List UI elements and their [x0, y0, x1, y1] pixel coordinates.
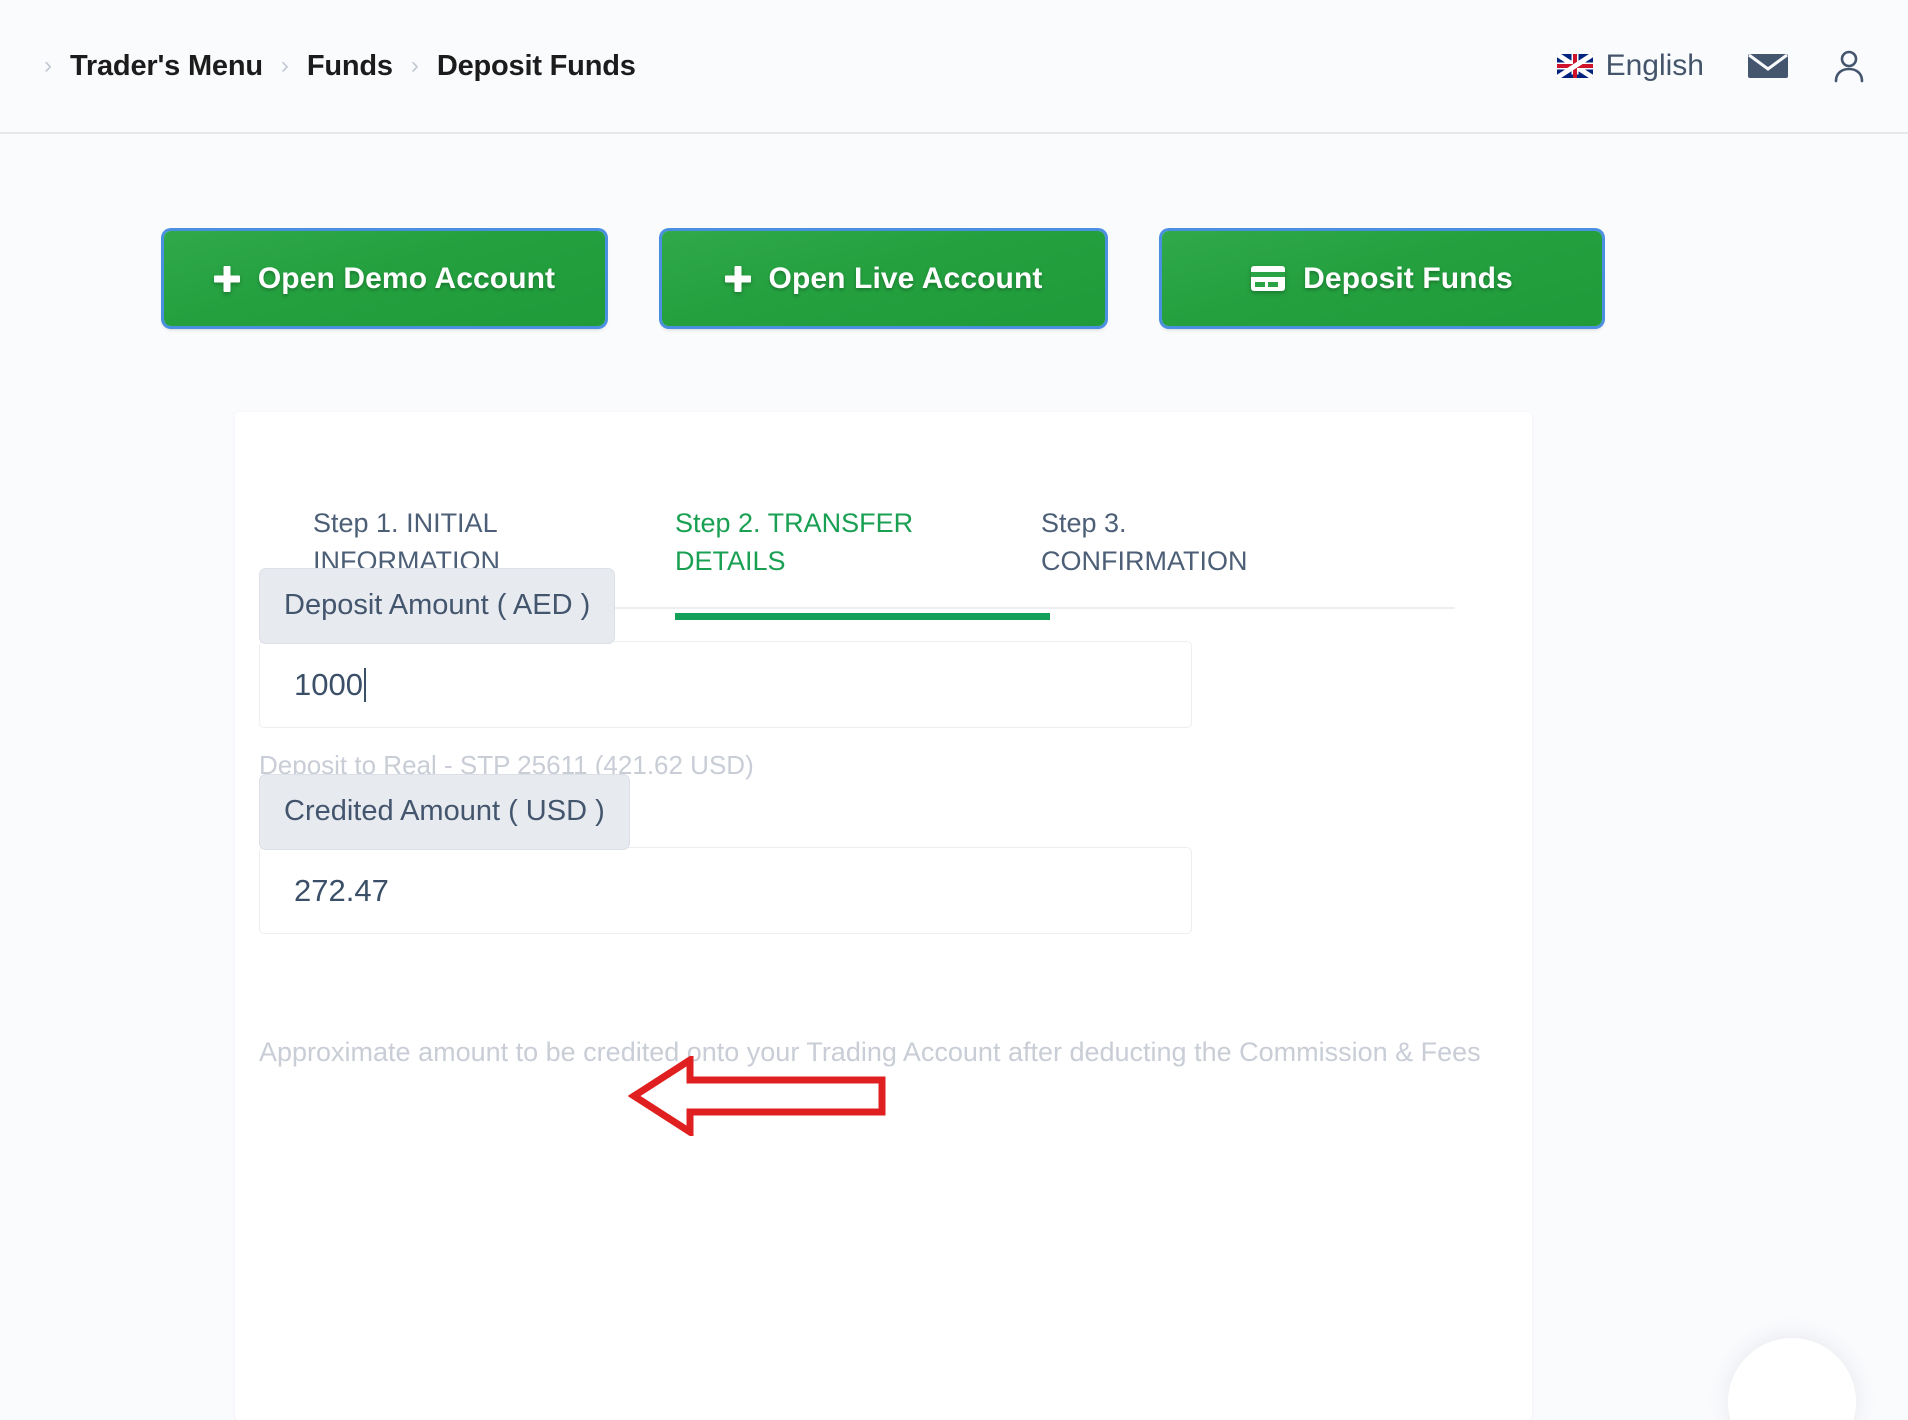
- step-3-line-1: Step 3.: [1041, 504, 1371, 542]
- open-demo-account-label: Open Demo Account: [258, 262, 555, 296]
- breadcrumb-item-deposit-funds[interactable]: Deposit Funds: [437, 50, 636, 83]
- language-selector[interactable]: English: [1557, 49, 1704, 83]
- deposit-wizard-card: Step 1. INITIAL INFORMATION Step 2. TRAN…: [235, 412, 1532, 1420]
- quick-action-buttons: Open Demo Account Open Live Account Depo…: [0, 231, 1908, 326]
- credited-amount-input[interactable]: 272.47: [259, 847, 1192, 934]
- open-live-account-button[interactable]: Open Live Account: [662, 231, 1105, 326]
- header-actions: English: [1557, 49, 1866, 83]
- deposit-amount-label: Deposit Amount ( AED ): [259, 568, 615, 644]
- language-label: English: [1606, 49, 1704, 83]
- top-header: › Trader's Menu › Funds › Deposit Funds …: [0, 0, 1908, 134]
- credit-card-icon: [1251, 266, 1285, 291]
- deposit-amount-input[interactable]: 1000: [259, 641, 1192, 728]
- open-demo-account-button[interactable]: Open Demo Account: [164, 231, 605, 326]
- deposit-funds-button[interactable]: Deposit Funds: [1162, 231, 1602, 326]
- breadcrumb-separator-icon: ›: [263, 54, 307, 78]
- credited-amount-footnote: Approximate amount to be credited onto y…: [259, 1037, 1481, 1068]
- breadcrumb-item-funds[interactable]: Funds: [307, 50, 393, 83]
- user-account-icon[interactable]: [1832, 49, 1866, 83]
- plus-icon: [214, 266, 240, 292]
- uk-flag-icon: [1557, 54, 1593, 78]
- chat-widget-bubble[interactable]: [1728, 1338, 1856, 1420]
- deposit-amount-field: Deposit Amount ( AED ) 1000: [259, 568, 1192, 728]
- step-1-line-1: Step 1. INITIAL: [313, 504, 675, 542]
- credited-amount-value: 272.47: [294, 873, 389, 909]
- text-cursor: [364, 668, 366, 702]
- plus-icon: [725, 266, 751, 292]
- deposit-amount-value: 1000: [294, 667, 363, 703]
- envelope-icon[interactable]: [1748, 51, 1788, 81]
- breadcrumb-separator-icon: ›: [393, 54, 437, 78]
- credited-amount-label: Credited Amount ( USD ): [259, 774, 630, 850]
- breadcrumb-separator-icon: ›: [26, 54, 70, 78]
- breadcrumb: › Trader's Menu › Funds › Deposit Funds: [26, 50, 636, 83]
- open-live-account-label: Open Live Account: [769, 262, 1043, 296]
- deposit-funds-label: Deposit Funds: [1303, 262, 1513, 296]
- step-2-line-1: Step 2. TRANSFER: [675, 504, 1041, 542]
- breadcrumb-item-traders-menu[interactable]: Trader's Menu: [70, 50, 263, 83]
- credited-amount-field: Credited Amount ( USD ) 272.47: [259, 774, 1192, 934]
- red-arrow-annotation: [628, 1056, 888, 1136]
